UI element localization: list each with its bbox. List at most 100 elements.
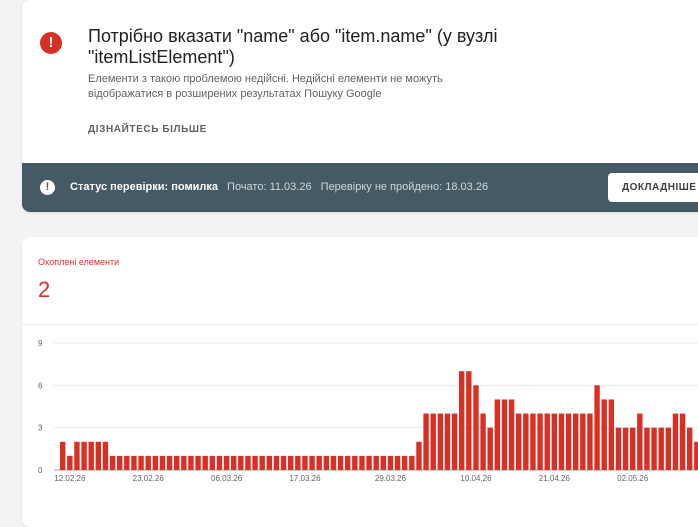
bar	[102, 441, 109, 470]
bar	[537, 413, 543, 470]
bar	[580, 413, 586, 470]
x-tick-label: 10.04.26	[460, 474, 492, 483]
bar	[145, 455, 151, 470]
bar	[416, 441, 422, 470]
bar	[373, 455, 379, 470]
bar	[530, 413, 536, 470]
x-tick-label: 02.05.26	[617, 474, 649, 483]
bar	[565, 413, 572, 470]
bar	[359, 455, 365, 470]
bar	[437, 413, 444, 470]
bar	[637, 413, 643, 470]
bar	[352, 455, 358, 470]
bar	[558, 413, 565, 470]
bar	[302, 455, 308, 470]
bar	[295, 455, 301, 470]
bar	[694, 441, 698, 470]
x-tick-label: 29.03.26	[375, 474, 407, 483]
status-label: Статус перевірки: помилка	[70, 181, 218, 193]
bar	[231, 455, 237, 470]
bar	[131, 455, 137, 470]
bar	[665, 427, 672, 470]
bar	[238, 455, 244, 470]
bar	[523, 413, 529, 470]
bar	[188, 455, 194, 470]
bar	[644, 427, 650, 470]
bar	[60, 441, 66, 470]
bar	[67, 455, 73, 470]
issue-card: ! Потрібно вказати "name" або "item.name…	[22, 0, 698, 212]
bar	[330, 455, 337, 470]
bar	[387, 455, 394, 470]
y-tick-label: 0	[38, 466, 43, 475]
bar	[451, 413, 458, 470]
bar	[587, 413, 593, 470]
bar	[473, 385, 479, 470]
bar	[202, 455, 208, 470]
bar	[273, 455, 280, 470]
bar	[501, 399, 508, 470]
bar	[288, 455, 294, 470]
bar	[245, 455, 251, 470]
bar	[679, 413, 686, 470]
validation-status-bar: ! Статус перевірки: помилка Почато: 11.0…	[22, 163, 698, 212]
bar	[280, 455, 287, 470]
bar	[152, 455, 159, 470]
bar	[337, 455, 344, 470]
bar	[423, 413, 429, 470]
affected-items-card: Охоплені елементи 2 0 3 6 9 12.02.26 23.02.26…	[22, 237, 698, 527]
bar	[124, 455, 130, 470]
bar	[494, 399, 501, 470]
info-icon: !	[40, 180, 55, 195]
bar	[608, 399, 615, 470]
bar	[380, 455, 387, 470]
bar	[195, 455, 201, 470]
bar	[687, 427, 693, 470]
bar	[651, 427, 657, 470]
bar	[252, 455, 258, 470]
bar	[594, 385, 600, 470]
bar	[216, 455, 223, 470]
bar	[409, 455, 415, 470]
issue-description: Елементи з такою проблемою недійсні. Нед…	[88, 73, 443, 100]
bar	[259, 455, 265, 470]
bar	[88, 441, 94, 470]
bar	[316, 455, 322, 470]
learn-more-link[interactable]: ДІЗНАЙТЕСЬ БІЛЬШЕ	[88, 124, 207, 135]
bar	[573, 413, 579, 470]
bar	[630, 427, 636, 470]
bar	[74, 441, 80, 470]
details-button[interactable]: ДОКЛАДНІШЕ	[608, 173, 698, 202]
status-failed: Перевірку не пройдено: 18.03.26	[320, 181, 489, 193]
x-tick-label: 17.03.26	[289, 474, 321, 483]
x-tick-label: 12.02.26	[54, 474, 86, 483]
bar	[544, 413, 550, 470]
bar	[223, 455, 230, 470]
affected-items-chart: 0 3 6 9 12.02.26 23.02.26 06.03.26 17.03.26 29.0…	[38, 339, 698, 483]
x-tick-label: 23.02.26	[133, 474, 165, 483]
issue-title: Потрібно вказати "name" або "item.name" …	[88, 26, 498, 67]
bar	[622, 427, 629, 470]
x-tick-label: 21.04.26	[539, 474, 571, 483]
bar	[459, 371, 465, 470]
bar	[166, 455, 173, 470]
bar	[81, 441, 87, 470]
status-started: Почато: 11.03.26	[227, 181, 312, 193]
bar	[181, 455, 187, 470]
bar	[487, 427, 493, 470]
bar	[601, 399, 607, 470]
bar	[615, 427, 622, 470]
bar	[95, 441, 102, 470]
y-tick-label: 3	[38, 424, 43, 433]
bar	[551, 413, 558, 470]
error-icon: !	[40, 32, 62, 54]
bar	[266, 455, 273, 470]
bar	[345, 455, 351, 470]
bar	[480, 413, 486, 470]
bar	[516, 413, 522, 470]
bar	[658, 427, 664, 470]
bar	[117, 455, 123, 470]
bar	[672, 413, 679, 470]
bar	[394, 455, 401, 470]
bar	[323, 455, 330, 470]
